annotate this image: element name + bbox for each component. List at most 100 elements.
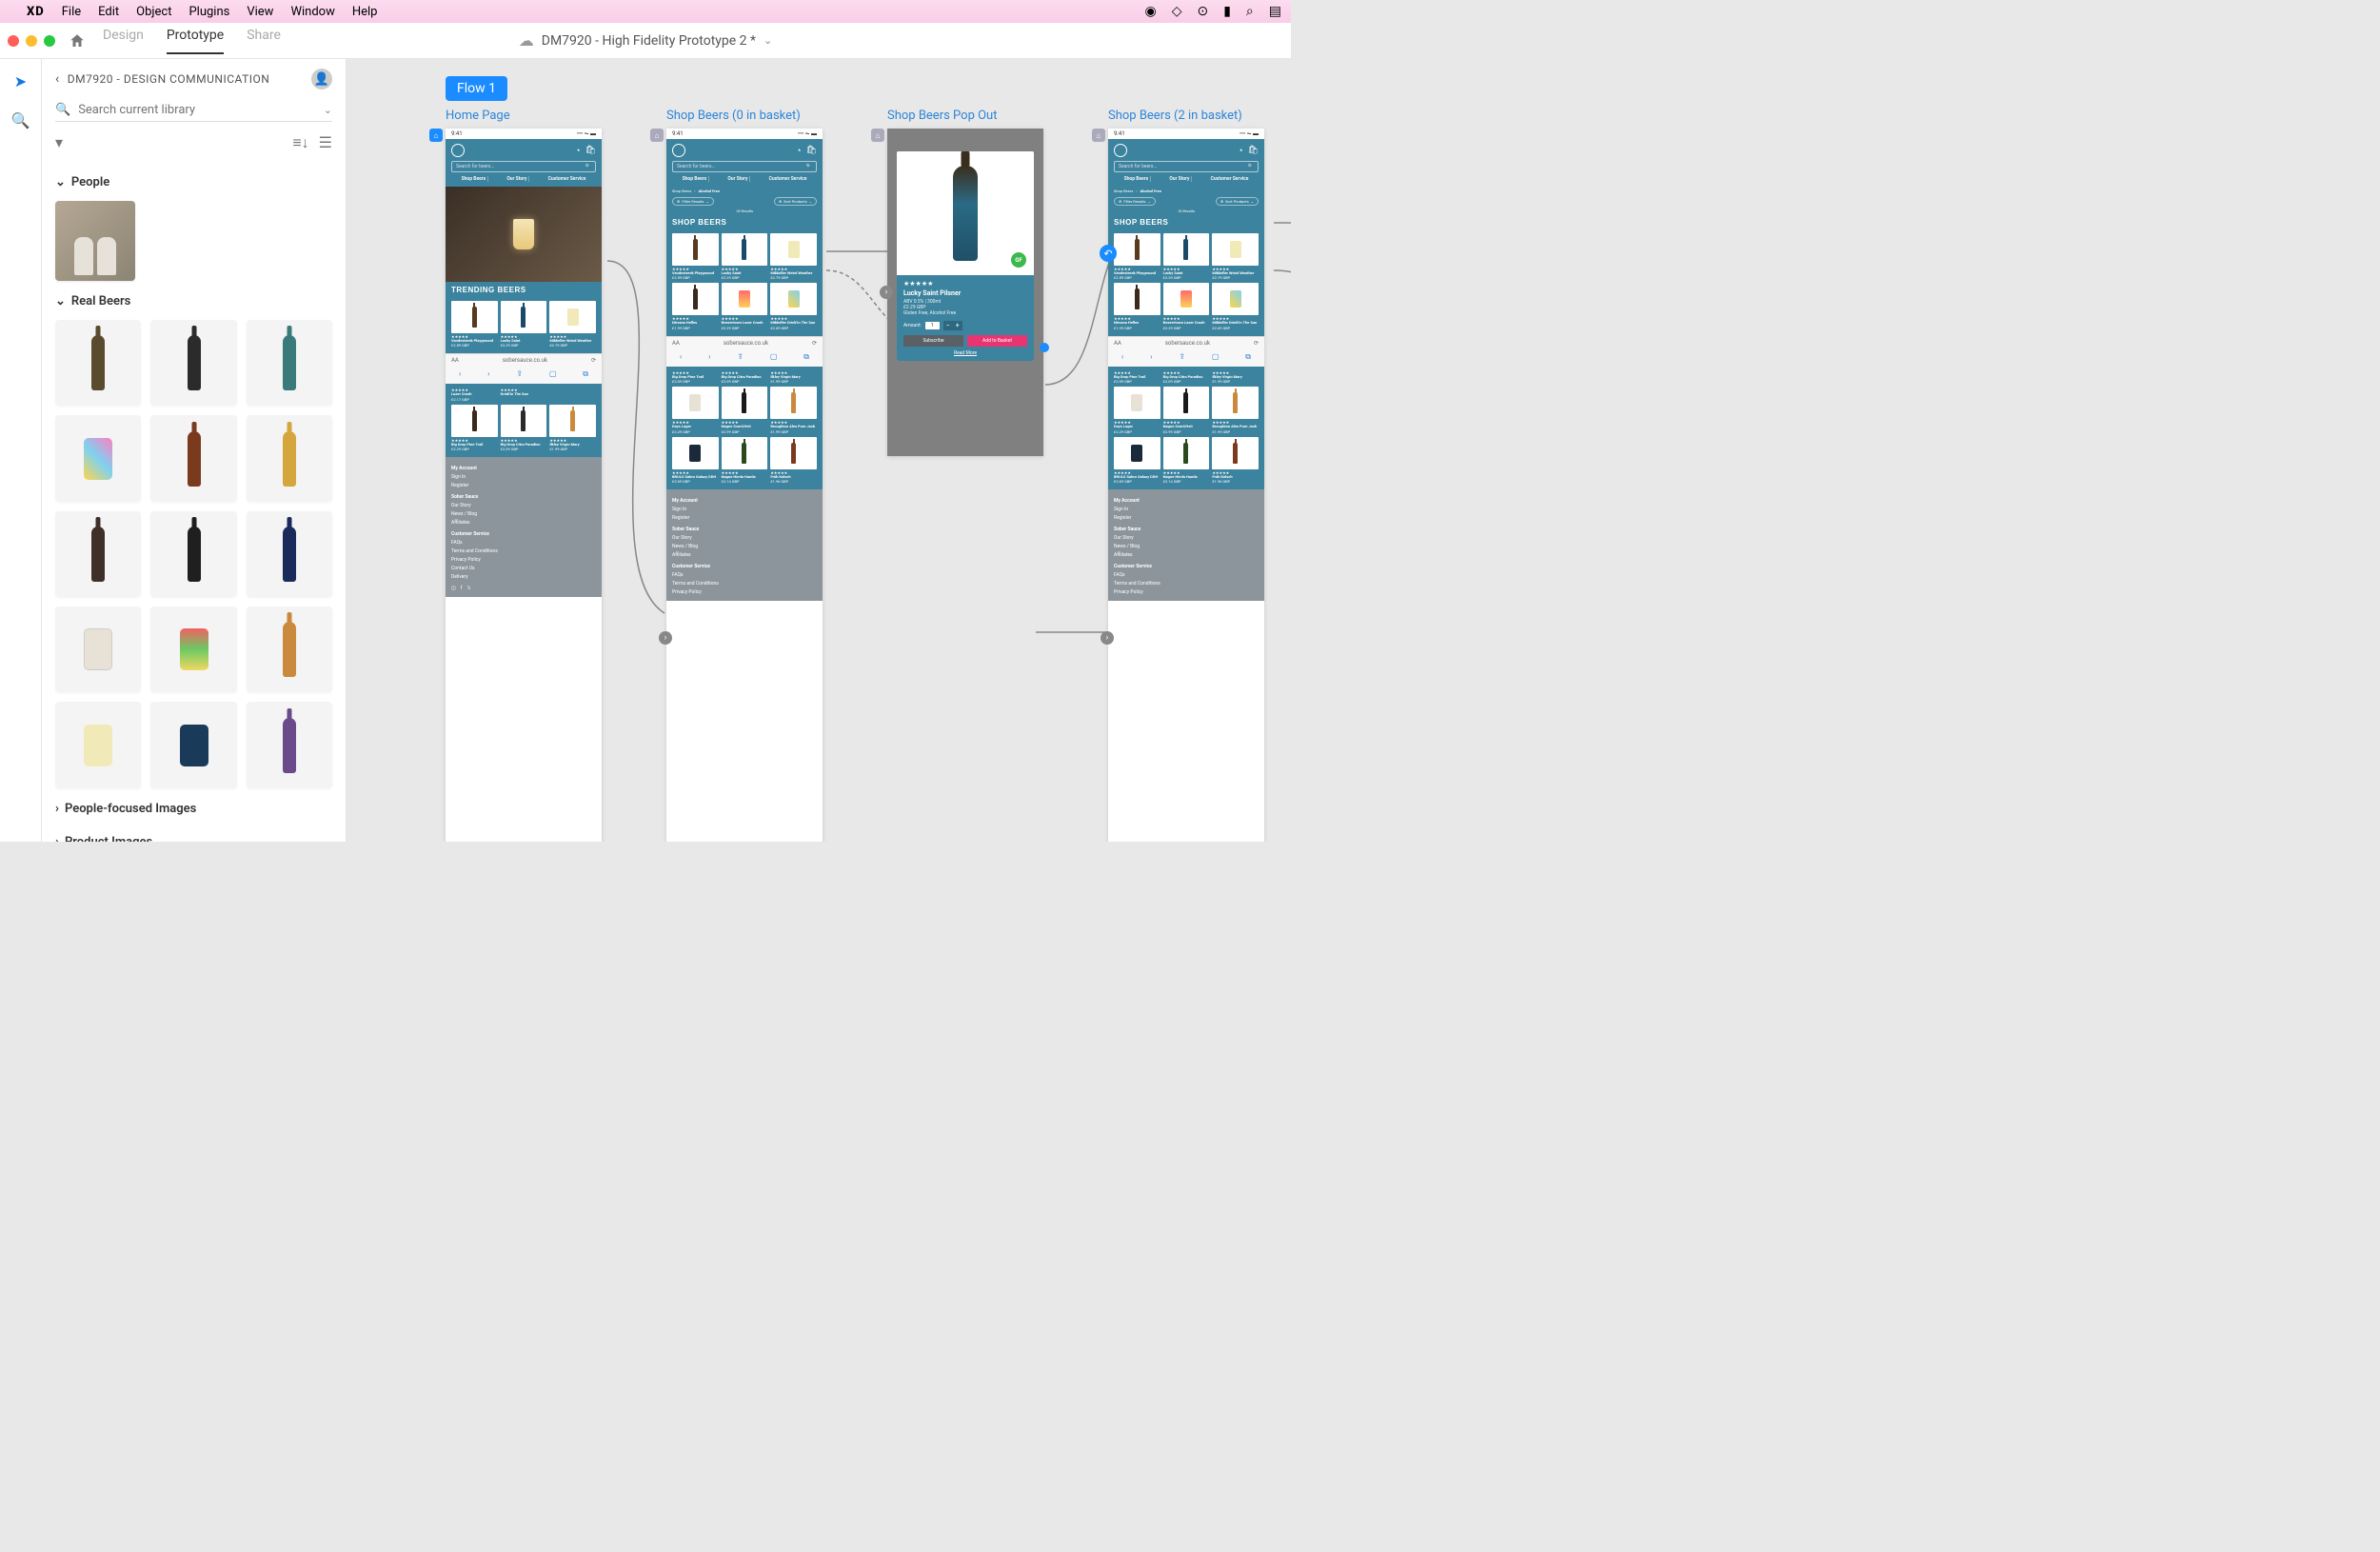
user-avatar[interactable]: 👤 [311, 69, 332, 90]
chevron-down-icon[interactable]: ⌄ [764, 34, 772, 47]
back-action-badge[interactable]: ↶ [1100, 245, 1117, 262]
asset-beer[interactable] [150, 320, 236, 406]
twitter-icon[interactable]: 𝕏 [466, 586, 470, 591]
search-icon: 🔍 [55, 103, 70, 117]
tab-prototype[interactable]: Prototype [167, 28, 224, 54]
edit-menu[interactable]: Edit [98, 5, 119, 19]
artboard-label[interactable]: Shop Beers (2 in basket) [1108, 109, 1264, 123]
instagram-icon[interactable]: ◫ [451, 586, 456, 591]
asset-people-photo[interactable] [55, 201, 135, 281]
tab-design[interactable]: Design [103, 28, 144, 54]
signal-icon: ••• ⏦ ▬ [577, 130, 596, 138]
home-marker[interactable]: ⌂ [1092, 129, 1105, 142]
facebook-icon[interactable]: f [461, 586, 463, 591]
select-tool-icon[interactable]: ➤ [14, 72, 27, 90]
asset-beer[interactable] [55, 702, 141, 787]
asset-beer[interactable] [247, 511, 332, 597]
artboard-label[interactable]: Shop Beers (0 in basket) [666, 109, 823, 123]
chevron-down-icon[interactable]: ⌄ [55, 294, 66, 308]
connector-node[interactable]: › [659, 631, 672, 645]
forward-icon[interactable]: › [487, 369, 489, 379]
library-search[interactable]: 🔍 ⌄ [55, 99, 332, 122]
sort-icon[interactable]: ≡↓ [292, 133, 308, 152]
close-window[interactable] [8, 35, 19, 47]
home-marker[interactable]: ⌂ [871, 129, 884, 142]
share-icon[interactable]: ⇪ [516, 369, 523, 379]
section-real-beers[interactable]: Real Beers [71, 294, 130, 308]
read-more-link[interactable]: Read More [903, 350, 1027, 356]
artboard-label[interactable]: Shop Beers Pop Out [887, 109, 1043, 123]
artboard-shop-0[interactable]: ⌂ 9:41••• ⏦ ▬ ◔🛍 Search for beers...🔍 Sh… [666, 129, 823, 842]
search-input[interactable]: Search for beers...🔍 [451, 161, 596, 172]
asset-beer[interactable] [247, 607, 332, 692]
section-product-images[interactable]: Product Images [65, 835, 152, 842]
sort-button[interactable]: ⊕Sort Products⌄ [774, 197, 817, 206]
section-people[interactable]: People [71, 175, 109, 189]
asset-beer[interactable] [150, 607, 236, 692]
play-icon[interactable]: ⊙ [1197, 4, 1208, 19]
cc-icon[interactable]: ◉ [1144, 4, 1156, 19]
asset-beer[interactable] [150, 702, 236, 787]
artboard-shop-2[interactable]: ⌂ ↶ 9:41••• ⏦ ▬ ◔🛍 Search for beers...🔍 … [1108, 129, 1264, 842]
object-menu[interactable]: Object [136, 5, 171, 19]
reload-icon[interactable]: ⟳ [591, 357, 596, 364]
filter-icon[interactable]: ▾ [55, 133, 63, 152]
add-to-basket-button[interactable]: Add to Basket [967, 335, 1027, 347]
help-menu[interactable]: Help [352, 5, 378, 19]
decrement-button[interactable]: − [943, 321, 953, 330]
basket-icon[interactable]: 🛍 [585, 146, 596, 156]
back-icon[interactable]: ‹ [55, 71, 60, 87]
asset-beer[interactable] [55, 607, 141, 692]
connector-node[interactable]: › [880, 286, 893, 299]
back-icon[interactable]: ‹ [459, 369, 461, 379]
asset-beer[interactable] [55, 511, 141, 597]
asset-beer[interactable] [150, 415, 236, 501]
asset-beer[interactable] [247, 415, 332, 501]
asset-beer[interactable] [55, 415, 141, 501]
flow-badge[interactable]: Flow 1 [446, 76, 507, 101]
library-project-name[interactable]: DM7920 - DESIGN COMMUNICATION [68, 72, 270, 86]
minimize-window[interactable] [26, 35, 37, 47]
text-size-icon[interactable]: AA [451, 357, 459, 364]
connector-node[interactable]: › [1101, 631, 1114, 645]
home-icon[interactable] [69, 32, 86, 50]
subscribe-button[interactable]: Subscribe [903, 335, 963, 347]
asset-beer[interactable] [247, 702, 332, 787]
window-controls[interactable] [8, 35, 55, 47]
section-people-focused[interactable]: People-focused Images [65, 802, 196, 816]
filter-button[interactable]: ⊕Filter Results⌄ [672, 197, 714, 206]
window-menu[interactable]: Window [290, 5, 334, 19]
file-menu[interactable]: File [62, 5, 81, 19]
account-icon[interactable]: ◔ [575, 146, 580, 156]
chevron-down-icon[interactable]: ⌄ [55, 175, 66, 189]
app-menu[interactable]: XD [27, 5, 45, 19]
tabs-icon[interactable]: ⧉ [583, 369, 588, 379]
list-view-icon[interactable]: ☰ [319, 133, 332, 152]
search-tool-icon[interactable]: 🔍 [11, 111, 30, 129]
asset-beer[interactable] [150, 511, 236, 597]
menu-extra-icon[interactable]: ▤ [1269, 4, 1281, 19]
sync-icon[interactable]: ◇ [1172, 4, 1182, 19]
connector-node[interactable] [1040, 343, 1049, 352]
tab-share[interactable]: Share [247, 28, 281, 54]
artboard-popout[interactable]: ⌂ GF ★★★★★ Lucky Saint Pilsner ABV 0.5% … [887, 129, 1043, 456]
bluetooth-icon[interactable]: ⌕ [1246, 4, 1254, 19]
asset-beer[interactable] [55, 320, 141, 406]
quantity-input[interactable]: 1 [925, 322, 940, 329]
asset-beer[interactable] [247, 320, 332, 406]
plugins-menu[interactable]: Plugins [188, 5, 229, 19]
increment-button[interactable]: + [953, 321, 962, 330]
chevron-right-icon[interactable]: › [55, 802, 59, 816]
home-marker[interactable]: ⌂ [650, 129, 664, 142]
fullscreen-window[interactable] [44, 35, 55, 47]
chevron-right-icon[interactable]: › [55, 835, 59, 842]
document-title[interactable]: ☁ DM7920 - High Fidelity Prototype 2 * ⌄ [519, 31, 772, 50]
home-flow-marker[interactable]: ⌂ [429, 129, 443, 142]
view-menu[interactable]: View [247, 5, 273, 19]
library-search-input[interactable] [78, 103, 324, 117]
bookmarks-icon[interactable]: ▢ [549, 369, 557, 379]
chevron-down-icon[interactable]: ⌄ [324, 104, 332, 116]
artboard-home[interactable]: ⌂ 9:41••• ⏦ ▬ ◔🛍 Search for beers...🔍 Sh… [446, 129, 602, 842]
artboard-label[interactable]: Home Page [446, 109, 602, 123]
prototype-canvas[interactable]: Flow 1 Home Page ⌂ 9:41••• ⏦ ▬ ◔🛍 [347, 59, 1291, 842]
